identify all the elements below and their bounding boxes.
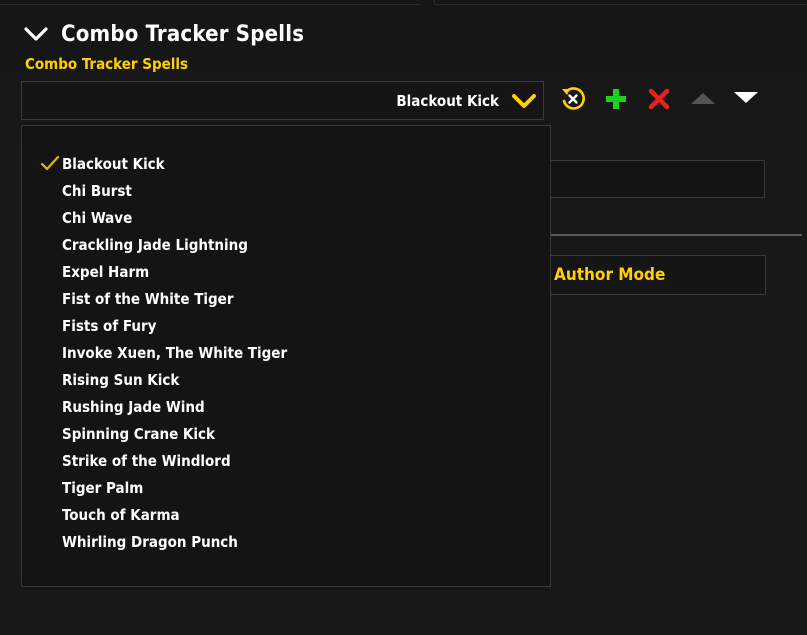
list-item-label: Whirling Dragon Punch <box>62 532 238 551</box>
list-item-label: Chi Burst <box>62 181 132 200</box>
list-item-label: Tiger Palm <box>62 478 144 497</box>
list-item[interactable]: Chi Burst <box>22 177 550 204</box>
delete-icon <box>648 88 670 110</box>
add-icon <box>606 89 626 109</box>
options-panel: Combo Tracker Spells Combo Tracker Spell… <box>0 0 807 635</box>
list-item-label: Invoke Xuen, The White Tiger <box>62 343 288 362</box>
background-input-field[interactable] <box>540 160 765 198</box>
list-item[interactable]: Crackling Jade Lightning <box>22 231 550 258</box>
checkmark-icon <box>40 155 60 171</box>
triangle-down-icon <box>734 92 758 103</box>
list-item-label: Touch of Karma <box>62 505 180 524</box>
author-mode-label: Author Mode <box>554 265 666 285</box>
field-label: Combo Tracker Spells <box>25 55 189 73</box>
add-button[interactable] <box>603 86 629 112</box>
top-frame-divider <box>0 0 420 5</box>
list-item-label: Blackout Kick <box>62 154 165 173</box>
list-item-label: Rising Sun Kick <box>62 370 180 389</box>
list-item[interactable]: Fist of the White Tiger <box>22 285 550 312</box>
list-item[interactable]: Rushing Jade Wind <box>22 393 550 420</box>
list-item[interactable]: Strike of the Windlord <box>22 447 550 474</box>
list-item[interactable]: Blackout Kick <box>22 150 550 177</box>
triangle-up-icon <box>691 93 715 104</box>
list-item[interactable]: Spinning Crane Kick <box>22 420 550 447</box>
section-title: Combo Tracker Spells <box>61 21 305 47</box>
list-item-label: Crackling Jade Lightning <box>62 235 248 254</box>
list-item[interactable]: Touch of Karma <box>22 501 550 528</box>
list-item[interactable]: Tiger Palm <box>22 474 550 501</box>
background-divider <box>550 234 802 236</box>
reset-button[interactable] <box>558 84 588 114</box>
list-item[interactable]: Whirling Dragon Punch <box>22 528 550 555</box>
spell-dropdown-list[interactable]: Blackout Kick Chi Burst Chi Wave Crackli… <box>21 125 551 587</box>
move-up-button[interactable] <box>688 88 718 108</box>
list-item[interactable]: Invoke Xuen, The White Tiger <box>22 339 550 366</box>
list-item[interactable]: Rising Sun Kick <box>22 366 550 393</box>
list-item-label: Chi Wave <box>62 208 133 227</box>
list-item[interactable]: Chi Wave <box>22 204 550 231</box>
move-down-button[interactable] <box>731 88 761 108</box>
list-item-label: Rushing Jade Wind <box>62 397 205 416</box>
list-item-label: Expel Harm <box>62 262 150 281</box>
author-mode-button[interactable]: Author Mode <box>540 255 766 295</box>
top-frame-divider <box>434 0 807 5</box>
dropdown-selected-value: Blackout Kick <box>396 91 499 110</box>
list-item-label: Spinning Crane Kick <box>62 424 215 443</box>
section-header[interactable]: Combo Tracker Spells <box>24 18 304 50</box>
spell-dropdown[interactable]: Blackout Kick <box>21 81 544 120</box>
delete-button[interactable] <box>647 87 671 111</box>
list-item[interactable]: Fists of Fury <box>22 312 550 339</box>
list-item-label: Fist of the White Tiger <box>62 289 234 308</box>
list-item-label: Strike of the Windlord <box>62 451 231 470</box>
chevron-down-icon[interactable] <box>24 26 48 42</box>
list-item[interactable]: Expel Harm <box>22 258 550 285</box>
list-item-label: Fists of Fury <box>62 316 157 335</box>
chevron-down-icon[interactable] <box>511 92 537 110</box>
reset-icon <box>562 87 585 110</box>
